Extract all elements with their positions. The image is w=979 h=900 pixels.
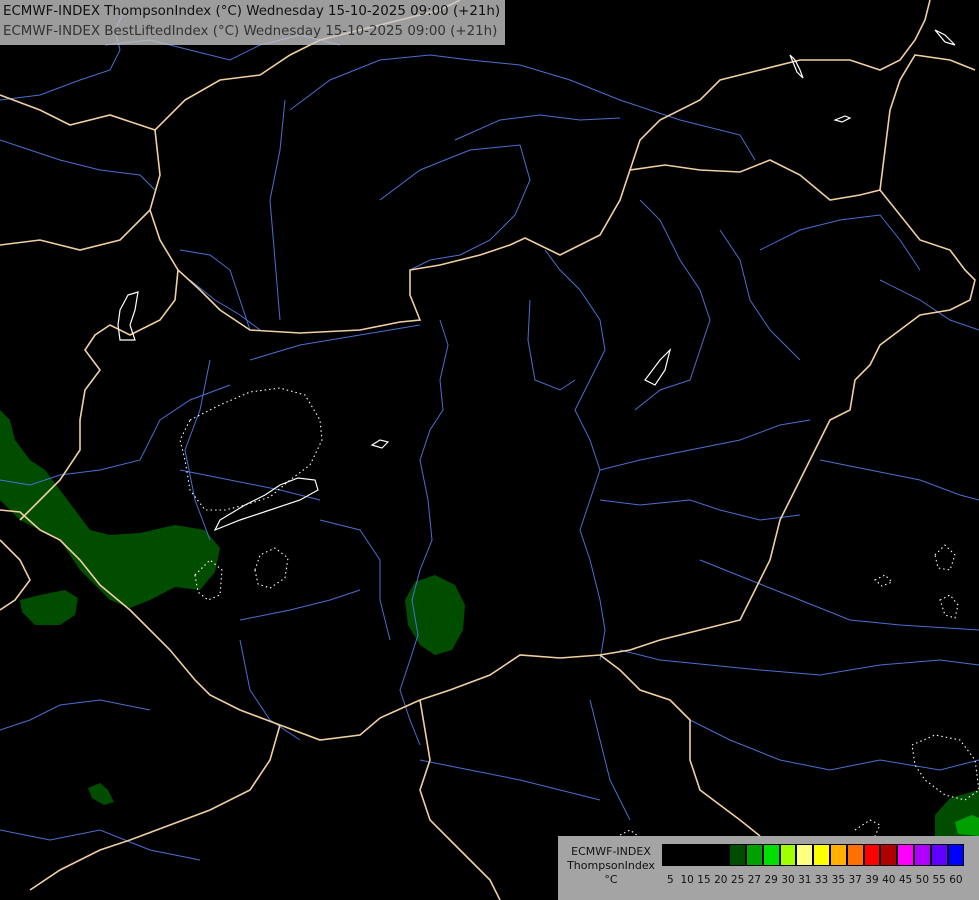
legend-tick-label: 35 [831, 874, 846, 886]
legend-tick-label: 50 [915, 874, 930, 886]
legend-tick-label: 10 [680, 874, 694, 886]
legend-tick-label: 31 [798, 874, 812, 886]
legend-unit: °C [604, 873, 618, 886]
legend-label: ECMWF-INDEX ThompsonIndex °C [562, 845, 660, 887]
legend-swatch [662, 844, 679, 866]
legend-swatch [796, 844, 814, 866]
legend-tick-label: 40 [882, 874, 896, 886]
legend-swatch [947, 844, 965, 866]
legend-swatch [897, 844, 914, 866]
legend-tick-label: 37 [848, 874, 862, 886]
legend-tick-label: 30 [781, 874, 795, 886]
legend-tick-label: 29 [764, 874, 778, 886]
legend-swatch [930, 844, 948, 866]
legend-swatch [913, 844, 931, 866]
weather-map [0, 0, 979, 900]
legend-tick-label: 20 [714, 874, 728, 886]
legend-swatch [846, 844, 864, 866]
legend-tick-label: 45 [898, 874, 913, 886]
title-thompson-index: ECMWF-INDEX ThompsonIndex (°C) Wednesday… [3, 4, 501, 19]
legend-swatch [813, 844, 830, 866]
legend-tick-label: 5 [667, 874, 674, 886]
legend-swatch [880, 844, 898, 866]
legend-swatch [779, 844, 797, 866]
legend-swatch [695, 844, 713, 866]
legend-swatch [678, 844, 696, 866]
color-legend: ECMWF-INDEX ThompsonIndex °C 5 10 15 20 25 27… [558, 836, 979, 900]
legend-model: ECMWF-INDEX [571, 845, 651, 858]
legend-swatch [863, 844, 881, 866]
legend-ticks: 5 10 15 20 25 27 29 30 31 33 35 37 39 40 45 50 55 60 [662, 873, 964, 887]
legend-swatch [712, 844, 730, 866]
legend-swatches [662, 844, 965, 866]
legend-tick-label: 25 [730, 874, 745, 886]
map-title-box: ECMWF-INDEX ThompsonIndex (°C) Wednesday… [0, 0, 506, 45]
title-best-lifted-index: ECMWF-INDEX BestLiftedIndex (°C) Wednesd… [3, 24, 498, 39]
legend-swatch [762, 844, 780, 866]
legend-tick-label: 55 [932, 874, 946, 886]
legend-tick-label: 15 [697, 874, 711, 886]
legend-swatch [829, 844, 847, 866]
legend-tick-label: 60 [949, 874, 963, 886]
legend-tick-label: 33 [814, 874, 829, 886]
legend-tick-label: 39 [865, 874, 879, 886]
legend-parameter: ThompsonIndex [567, 859, 655, 872]
legend-swatch [729, 844, 746, 866]
legend-swatch [745, 844, 763, 866]
legend-tick-label: 27 [747, 874, 762, 886]
